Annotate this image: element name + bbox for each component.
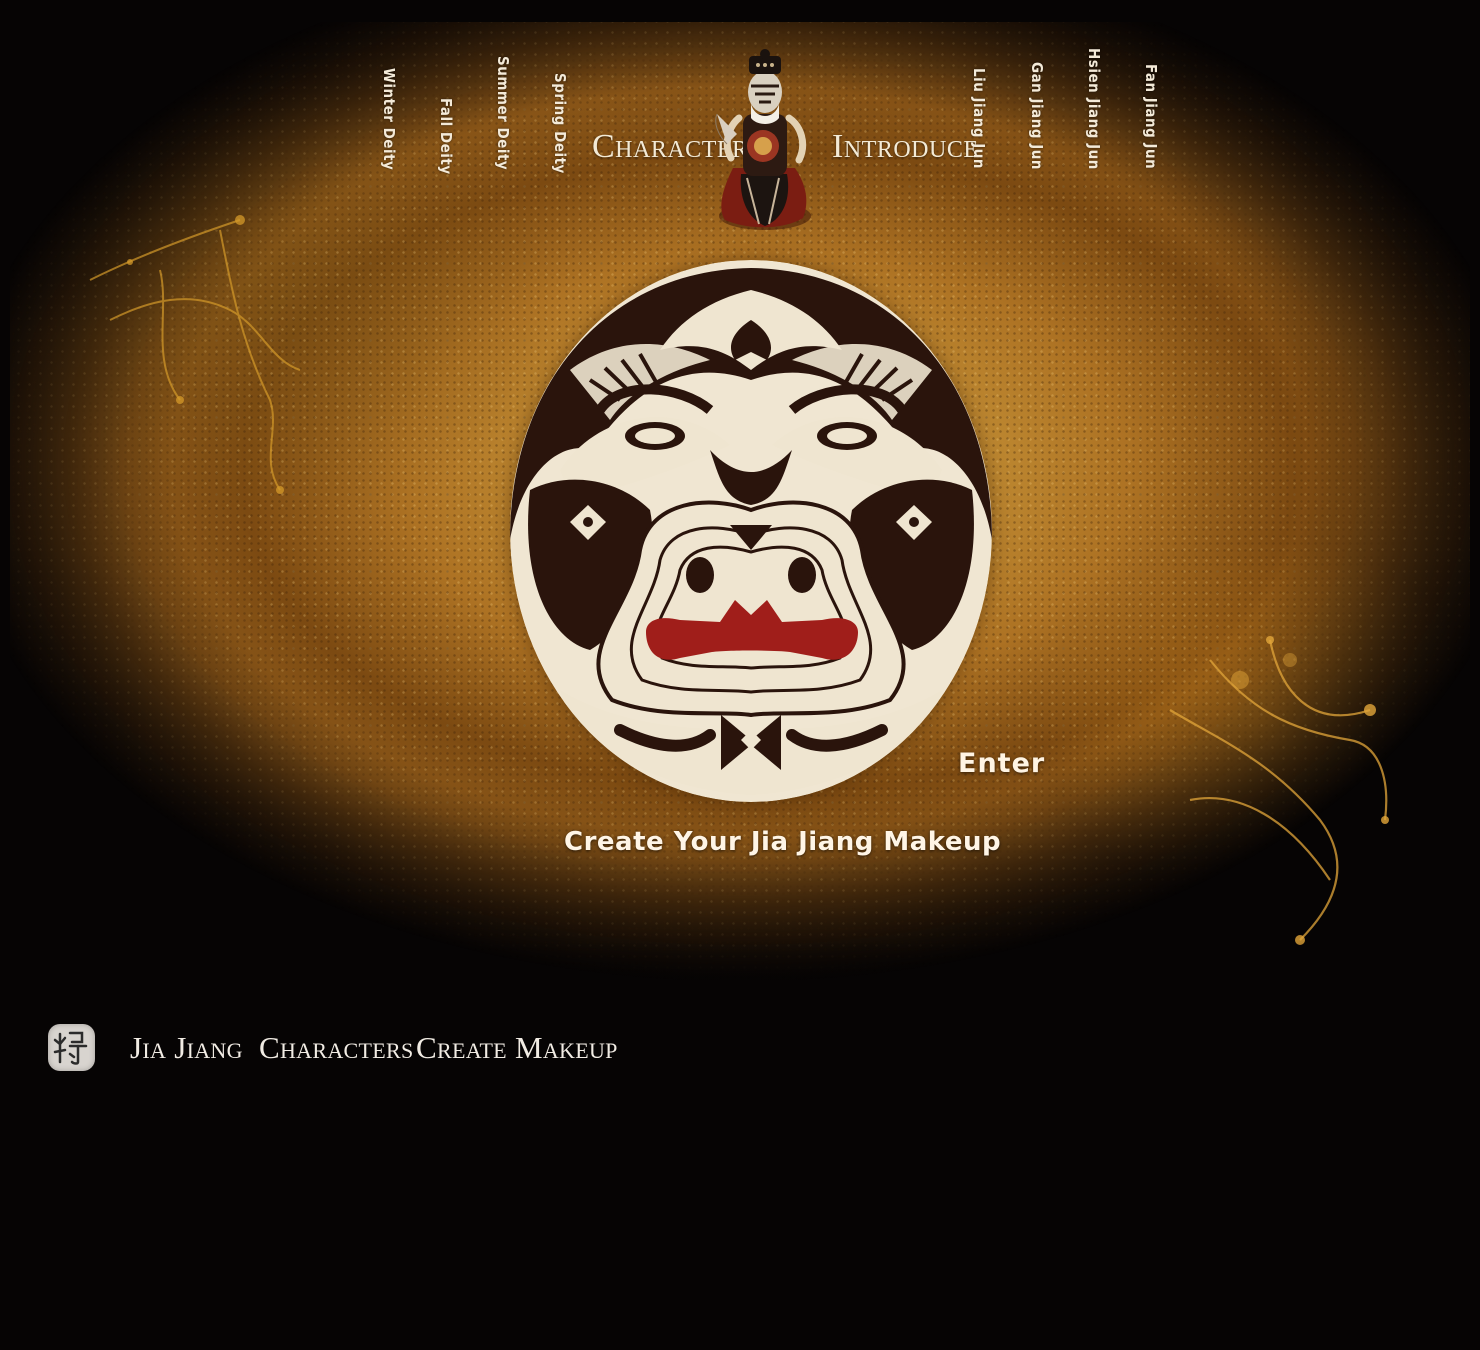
face-mask-image[interactable] (510, 260, 992, 802)
jiang-seal-logo[interactable] (48, 1024, 95, 1071)
nav-fall-deity[interactable]: Fall Deity (437, 98, 455, 175)
footer-nav-characters[interactable]: Characters (259, 1030, 413, 1066)
footer-nav-create-makeup[interactable]: Create Makeup (416, 1030, 618, 1066)
paint-splatter-right (1169, 636, 1389, 945)
enter-button[interactable]: Enter (958, 748, 1045, 779)
jia-jiang-face-mask-art (510, 260, 992, 802)
paint-splatter-left (89, 215, 301, 494)
footer-nav: Jia Jiang Characters Create Makeup (46, 1022, 746, 1076)
bottom-fade (0, 940, 1480, 1100)
nav-liu-jiang-jun[interactable]: Liu Jiang Jun (970, 68, 988, 169)
nav-summer-deity[interactable]: Summer Deity (494, 56, 512, 170)
footer-nav-jia-jiang[interactable]: Jia Jiang (130, 1030, 243, 1066)
introduce-title: Introduce (832, 128, 979, 165)
nav-hsien-jiang-jun[interactable]: Hsien Jiang Jun (1085, 48, 1103, 170)
seal-glyph-icon (53, 1031, 88, 1065)
nav-spring-deity[interactable]: Spring Deity (551, 73, 569, 174)
character-figure-image (715, 49, 811, 230)
nav-fan-jiang-jun[interactable]: Fan Jiang Jun (1142, 64, 1160, 169)
nav-winter-deity[interactable]: Winter Deity (380, 68, 398, 170)
nav-gan-jiang-jun[interactable]: Gan Jiang Jun (1028, 62, 1046, 170)
create-makeup-link[interactable]: Create Your Jia Jiang Makeup (564, 827, 1001, 857)
